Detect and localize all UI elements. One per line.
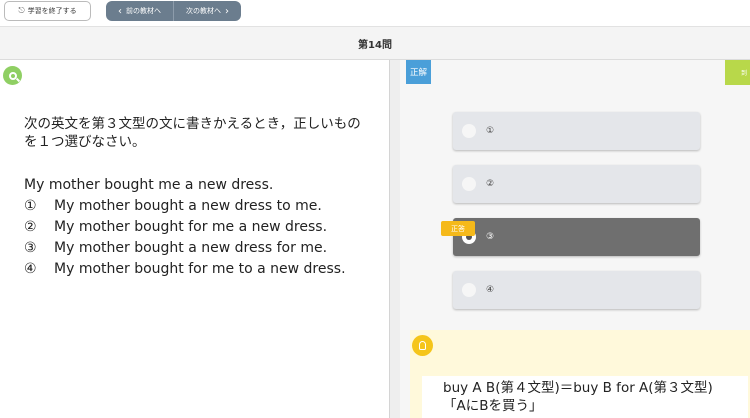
next-material-label: 次の教材へ (186, 7, 221, 15)
end-study-button[interactable]: ⎋ 学習を終了する (4, 1, 91, 21)
prev-material-button[interactable]: ‹ 前の教材へ (106, 1, 173, 21)
answer-choice-4[interactable]: ④ (453, 271, 700, 309)
correct-badge: 正答 (441, 221, 475, 236)
option-number: ① (24, 198, 37, 214)
choice-label: ③ (486, 232, 495, 242)
radio-icon (462, 177, 476, 191)
answer-tag: 正解 (406, 60, 431, 84)
corner-tag-label: 到 (740, 70, 747, 77)
answer-choice-1[interactable]: ① (453, 112, 700, 150)
lightbulb-icon (412, 335, 433, 356)
option-row: ② My mother bought for me a new dress. (24, 217, 346, 238)
page-title: 第14問 (358, 39, 392, 51)
explanation-line-1: buy A B(第４文型)＝buy B for A(第３文型) (443, 380, 713, 396)
panel-divider (390, 60, 400, 418)
option-row: ③ My mother bought a new dress for me. (24, 238, 346, 259)
option-text: My mother bought a new dress to me. (54, 198, 322, 214)
chevron-right-icon: › (225, 5, 229, 17)
explanation-text: buy A B(第４文型)＝buy B for A(第３文型) 「AにBを買う」 (422, 376, 748, 418)
answer-choice-2[interactable]: ② (453, 165, 700, 203)
material-nav: ‹ 前の教材へ 次の教材へ › (106, 1, 241, 21)
explanation-line-2: 「AにBを買う」 (443, 398, 543, 414)
next-material-button[interactable]: 次の教材へ › (173, 1, 241, 21)
radio-icon (462, 124, 476, 138)
option-number: ③ (24, 240, 37, 256)
option-row: ① My mother bought a new dress to me. (24, 196, 346, 217)
corner-tag[interactable]: 到 (725, 60, 750, 85)
question-options: ① My mother bought a new dress to me. ② … (24, 196, 346, 280)
option-number: ④ (24, 261, 37, 277)
answer-panel: 正解 到 ① ② 正答 ③ ④ buy A B(第４文型)＝buy B for … (400, 60, 750, 418)
radio-icon (462, 283, 476, 297)
option-row: ④ My mother bought for me to a new dress… (24, 259, 346, 280)
question-panel: 次の英文を第３文型の文に書きかえるとき，正しいものを１つ選びなさい。 My mo… (0, 60, 390, 418)
search-icon (3, 66, 22, 85)
choice-label: ① (486, 126, 495, 136)
end-study-label: 学習を終了する (27, 7, 77, 15)
question-instruction: 次の英文を第３文型の文に書きかえるとき，正しいものを１つ選びなさい。 (24, 116, 361, 150)
option-text: My mother bought for me to a new dress. (54, 261, 346, 277)
top-toolbar: ⎋ 学習を終了する ‹ 前の教材へ 次の教材へ › (0, 0, 750, 26)
option-text: My mother bought for me a new dress. (54, 219, 328, 235)
question-sentence: My mother bought me a new dress. (24, 177, 274, 193)
prev-material-label: 前の教材へ (126, 7, 161, 15)
page-title-bar: 第14問 (0, 26, 750, 60)
option-text: My mother bought a new dress for me. (54, 240, 328, 256)
option-number: ② (24, 219, 37, 235)
chevron-left-icon: ‹ (118, 5, 122, 17)
choice-label: ④ (486, 285, 495, 295)
explanation-box: buy A B(第４文型)＝buy B for A(第３文型) 「AにBを買う」 (410, 330, 750, 418)
choice-label: ② (486, 179, 495, 189)
answer-choice-3[interactable]: ③ (453, 218, 700, 256)
exit-icon: ⎋ (18, 6, 25, 15)
